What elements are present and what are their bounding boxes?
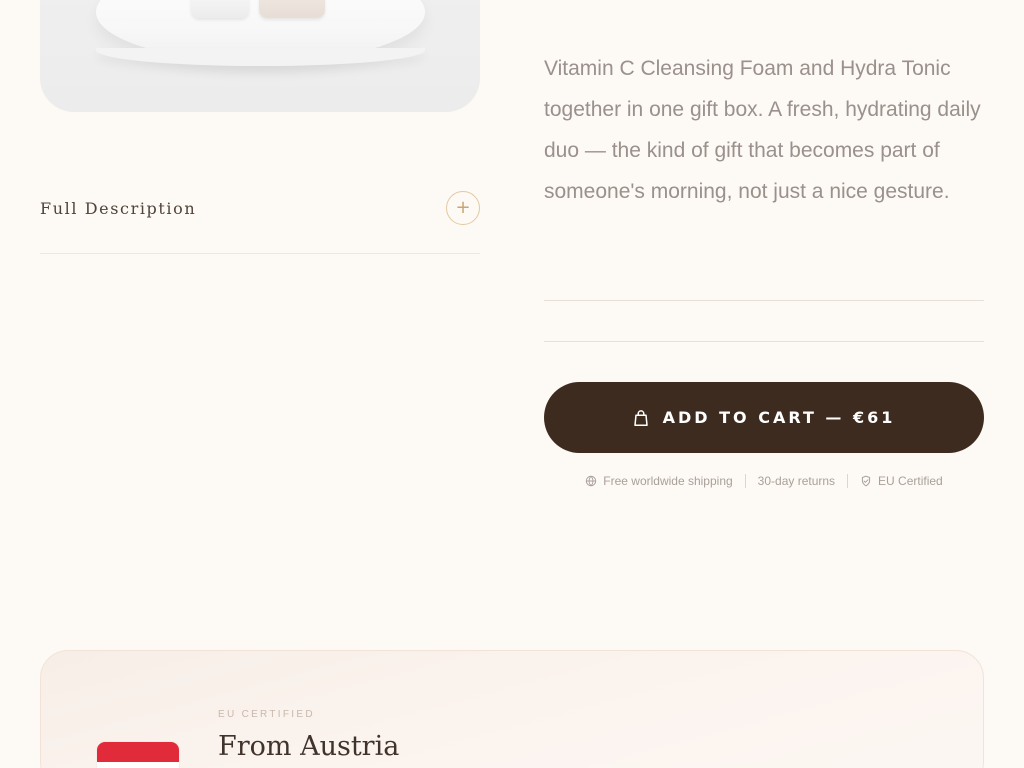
origin-section: EU CERTIFIED From Austria xyxy=(40,650,984,768)
full-description-label: Full Description xyxy=(40,198,197,218)
plus-icon[interactable]: + xyxy=(446,191,480,225)
trust-certified-label: EU Certified xyxy=(878,474,943,488)
add-to-cart-label: ADD TO CART — €61 xyxy=(662,408,896,427)
product-page: Full Description + Vitamin C Cleansing F… xyxy=(0,0,1024,768)
flag-white-stripe xyxy=(97,762,179,768)
shopping-bag-icon xyxy=(633,409,648,426)
trust-returns-label: 30-day returns xyxy=(757,474,836,488)
shield-icon xyxy=(861,475,871,487)
product-image xyxy=(40,0,480,112)
product-pedestal-base xyxy=(96,48,425,66)
trust-divider xyxy=(744,474,746,488)
austria-flag-icon xyxy=(97,742,179,768)
origin-kicker: EU CERTIFIED xyxy=(218,709,315,720)
description-divider xyxy=(40,253,480,254)
plus-symbol: + xyxy=(455,197,471,218)
trust-shipping: Free worldwide shipping xyxy=(585,474,733,488)
cleansing-foam-bottle xyxy=(191,0,249,18)
trust-shipping-label: Free worldwide shipping xyxy=(603,474,733,488)
hydra-tonic-bottle xyxy=(259,0,325,18)
trust-divider xyxy=(847,474,849,488)
full-description-toggle[interactable]: Full Description + xyxy=(40,189,480,227)
trust-certified: EU Certified xyxy=(860,474,943,488)
origin-title: From Austria xyxy=(218,731,400,762)
detail-divider xyxy=(544,300,984,301)
product-description: Vitamin C Cleansing Foam and Hydra Tonic… xyxy=(544,57,981,203)
add-to-cart-button[interactable]: ADD TO CART — €61 xyxy=(544,382,984,453)
trust-returns: 30-day returns xyxy=(758,474,835,488)
detail-divider xyxy=(544,341,984,342)
globe-icon xyxy=(586,475,597,487)
flag-red-stripe xyxy=(97,742,179,762)
trust-badges: Free worldwide shipping 30-day returns E… xyxy=(544,472,984,490)
